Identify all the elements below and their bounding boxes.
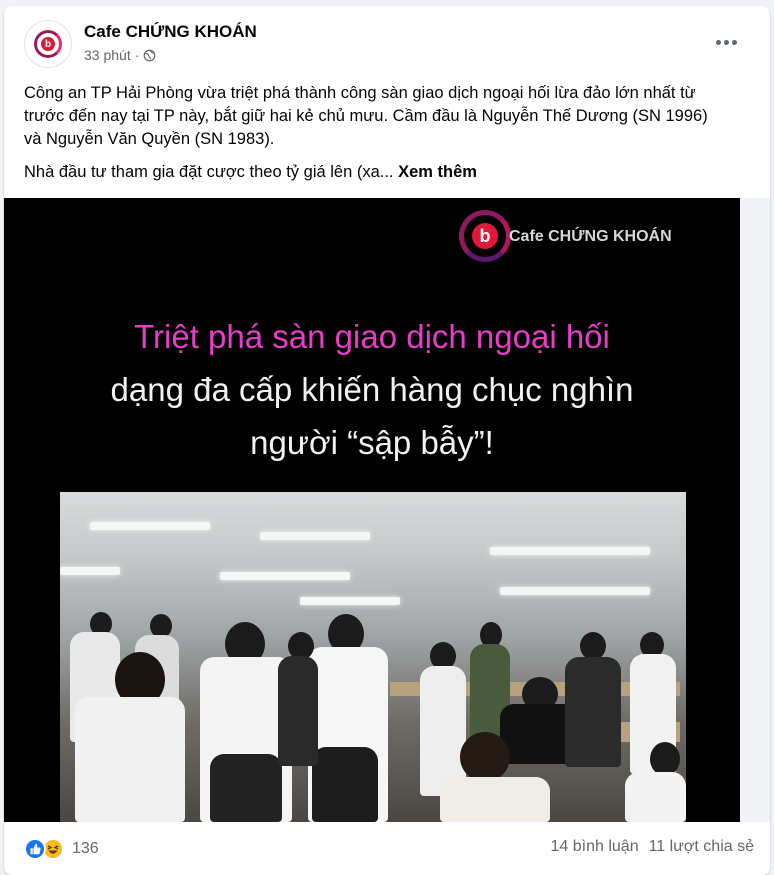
media-headline: Triệt phá sàn giao dịch ngoại hối dạng đ… [4, 310, 740, 469]
person [312, 747, 378, 822]
ceiling-light [300, 597, 400, 605]
post-header: b Cafe CHỨNG KHOÁN 33 phút · [24, 20, 744, 68]
more-dot-icon [715, 39, 721, 45]
post-media[interactable]: b Cafe CHỨNG KHOÁN Triệt phá sàn giao dị… [4, 198, 770, 822]
ceiling-light [60, 567, 120, 575]
person [278, 656, 318, 766]
headline-line-1: Triệt phá sàn giao dịch ngoại hối [134, 318, 610, 355]
person [565, 657, 621, 767]
headline-line-2: dạng đa cấp khiến hàng chục nghìn [110, 371, 634, 408]
news-photo [60, 492, 686, 822]
avatar-logo-letter: b [41, 37, 55, 51]
meta-separator: · [134, 47, 140, 63]
post-paragraph-1: Công an TP Hải Phòng vừa triệt phá thành… [24, 84, 708, 148]
like-icon [24, 838, 46, 860]
more-dot-icon [731, 39, 737, 45]
headline-line-3: người “sập bẫy”! [250, 424, 494, 461]
ceiling-light [260, 532, 370, 540]
post-card: b Cafe CHỨNG KHOÁN 33 phút · Công an TP … [4, 6, 770, 875]
page-name-link[interactable]: Cafe CHỨNG KHOÁN [84, 22, 257, 42]
post-footer: 136 14 bình luận 11 lượt chia sẻ [24, 836, 754, 864]
ceiling-light [90, 522, 210, 530]
post-meta: 33 phút · [84, 47, 156, 63]
person-head [650, 742, 680, 776]
person [625, 772, 686, 822]
more-options-button[interactable] [708, 24, 744, 60]
post-image[interactable]: b Cafe CHỨNG KHOÁN Triệt phá sàn giao dị… [4, 198, 740, 822]
ceiling-light [500, 587, 650, 595]
reaction-summary[interactable]: 136 [24, 838, 99, 860]
comments-count-link[interactable]: 14 bình luận [551, 838, 639, 856]
avatar-logo-icon: b [34, 30, 62, 58]
brand-logo-text: Cafe CHỨNG KHOÁN [509, 228, 672, 245]
page-avatar[interactable]: b [24, 20, 72, 68]
ceiling-light [490, 547, 650, 555]
thumb-up-icon [30, 843, 41, 855]
person-head [580, 632, 606, 660]
person [75, 697, 185, 822]
post-time[interactable]: 33 phút [84, 47, 131, 63]
person-head [460, 732, 510, 782]
media-brand-logo: b Cafe CHỨNG KHOÁN [459, 206, 689, 266]
person [440, 777, 550, 822]
ceiling-light [220, 572, 350, 580]
shares-count-link[interactable]: 11 lượt chia sẻ [649, 838, 754, 856]
brand-logo-icon: b [459, 210, 511, 262]
laughing-face-icon [47, 845, 59, 854]
globe-icon[interactable] [143, 49, 156, 62]
post-paragraph-2-text: Nhà đầu tư tham gia đặt cược theo tỷ giá… [24, 163, 394, 181]
brand-logo-letter: b [472, 223, 498, 249]
post-text: Công an TP Hải Phòng vừa triệt phá thành… [24, 82, 724, 194]
engagement-stats: 14 bình luận 11 lượt chia sẻ [551, 838, 754, 856]
more-dot-icon [723, 39, 729, 45]
reaction-count[interactable]: 136 [72, 840, 99, 858]
post-paragraph-2: Nhà đầu tư tham gia đặt cược theo tỷ giá… [24, 161, 724, 184]
person [210, 754, 282, 822]
see-more-link[interactable]: Xem thêm [398, 163, 477, 181]
